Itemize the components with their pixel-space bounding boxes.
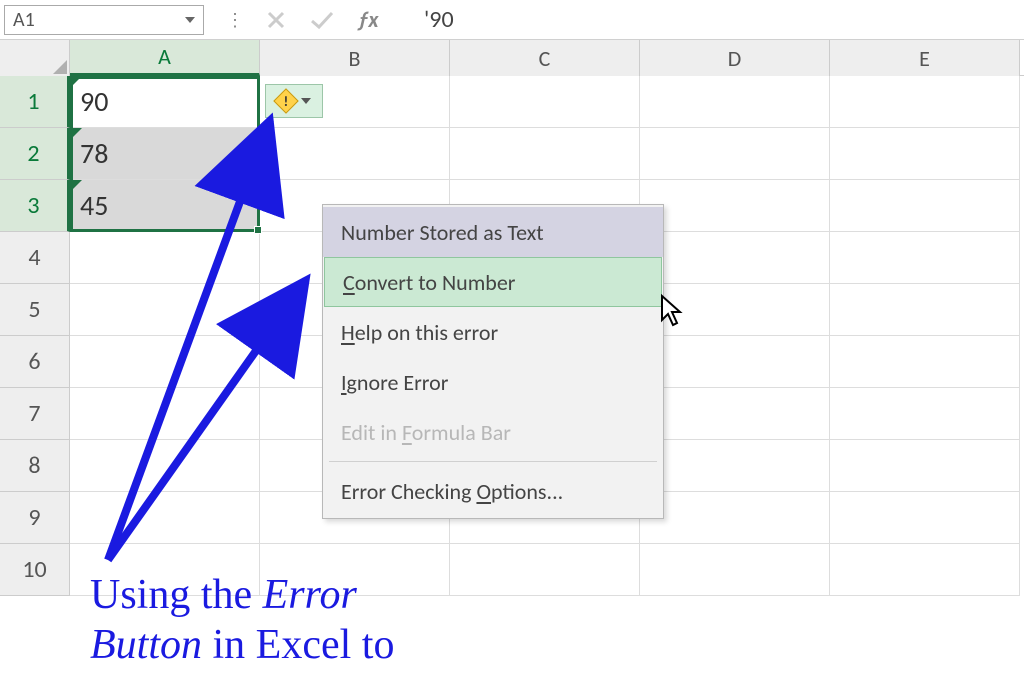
column-headers: A B C D E [0, 40, 1024, 76]
cell-d1[interactable] [640, 76, 830, 128]
cell-e3[interactable] [830, 180, 1020, 232]
warning-icon: ! [273, 88, 298, 113]
column-header-d[interactable]: D [640, 40, 830, 76]
row-header-1[interactable]: 1 [0, 76, 70, 128]
cell-d7[interactable] [640, 388, 830, 440]
chevron-down-icon [301, 98, 311, 104]
cell-b2[interactable] [260, 128, 450, 180]
cell-d10[interactable] [640, 544, 830, 596]
menu-item-edit-formula-bar: Edit in Formula Bar [323, 407, 663, 457]
vertical-dots-icon[interactable]: ⋮ [220, 9, 250, 31]
formula-bar: A1 ⋮ ƒx '90 [0, 0, 1024, 40]
cell-d4[interactable] [640, 232, 830, 284]
select-all-corner[interactable] [0, 40, 70, 76]
cell-a5[interactable] [70, 284, 260, 336]
cell-e6[interactable] [830, 336, 1020, 388]
cell-a7[interactable] [70, 388, 260, 440]
select-all-triangle-icon [53, 60, 67, 74]
cell-e9[interactable] [830, 492, 1020, 544]
cell-c1[interactable] [450, 76, 640, 128]
cell-e8[interactable] [830, 440, 1020, 492]
cell-a8[interactable] [70, 440, 260, 492]
column-header-e[interactable]: E [830, 40, 1020, 76]
cell-e10[interactable] [830, 544, 1020, 596]
fx-icon[interactable]: ƒx [348, 5, 388, 35]
row-header-4[interactable]: 4 [0, 232, 70, 284]
row-2: 2 78 [0, 128, 1024, 180]
row-header-5[interactable]: 5 [0, 284, 70, 336]
menu-item-help-on-error[interactable]: Help on this error [323, 307, 663, 357]
menu-title: Number Stored as Text [323, 207, 663, 257]
mouse-cursor-icon [660, 294, 686, 333]
name-box[interactable]: A1 [4, 5, 204, 35]
cancel-formula-button [256, 5, 296, 35]
cell-d3[interactable] [640, 180, 830, 232]
row-header-9[interactable]: 9 [0, 492, 70, 544]
cell-a2[interactable]: 78 [70, 128, 260, 180]
cell-e7[interactable] [830, 388, 1020, 440]
cell-d2[interactable] [640, 128, 830, 180]
column-header-a[interactable]: A [70, 40, 260, 76]
menu-separator [329, 461, 657, 462]
row-header-7[interactable]: 7 [0, 388, 70, 440]
cell-d9[interactable] [640, 492, 830, 544]
cell-e2[interactable] [830, 128, 1020, 180]
row-header-3[interactable]: 3 [0, 180, 70, 232]
row-header-10[interactable]: 10 [0, 544, 70, 596]
error-indicator-button[interactable]: ! [265, 84, 323, 118]
cell-a9[interactable] [70, 492, 260, 544]
text-number-indicator-icon [70, 128, 82, 140]
cell-a3[interactable]: 45 [70, 180, 260, 232]
row-header-8[interactable]: 8 [0, 440, 70, 492]
text-number-indicator-icon [70, 76, 82, 88]
annotation-text: Using the Error Button in Excel to [90, 570, 394, 671]
cell-a6[interactable] [70, 336, 260, 388]
cell-e1[interactable] [830, 76, 1020, 128]
cell-a1[interactable]: 90 [70, 76, 260, 128]
cell-d6[interactable] [640, 336, 830, 388]
row-1: 1 90 [0, 76, 1024, 128]
worksheet: A B C D E 1 90 2 78 3 45 [0, 40, 1024, 596]
menu-item-ignore-error[interactable]: Ignore Error [323, 357, 663, 407]
text-number-indicator-icon [70, 180, 82, 192]
column-header-c[interactable]: C [450, 40, 640, 76]
formula-value: '90 [424, 5, 454, 34]
name-box-value: A1 [13, 8, 35, 32]
error-options-menu: Number Stored as Text Convert to Number … [322, 204, 664, 519]
row-header-6[interactable]: 6 [0, 336, 70, 388]
formula-input[interactable]: '90 [394, 5, 1020, 35]
chevron-down-icon [185, 17, 195, 23]
accept-formula-button [302, 5, 342, 35]
menu-item-convert-to-number[interactable]: Convert to Number [324, 257, 662, 307]
cell-e5[interactable] [830, 284, 1020, 336]
cell-a4[interactable] [70, 232, 260, 284]
cell-e4[interactable] [830, 232, 1020, 284]
row-header-2[interactable]: 2 [0, 128, 70, 180]
cell-d8[interactable] [640, 440, 830, 492]
menu-item-error-checking-options[interactable]: Error Checking Options... [323, 466, 663, 516]
cell-c10[interactable] [450, 544, 640, 596]
cell-c2[interactable] [450, 128, 640, 180]
column-header-b[interactable]: B [260, 40, 450, 76]
